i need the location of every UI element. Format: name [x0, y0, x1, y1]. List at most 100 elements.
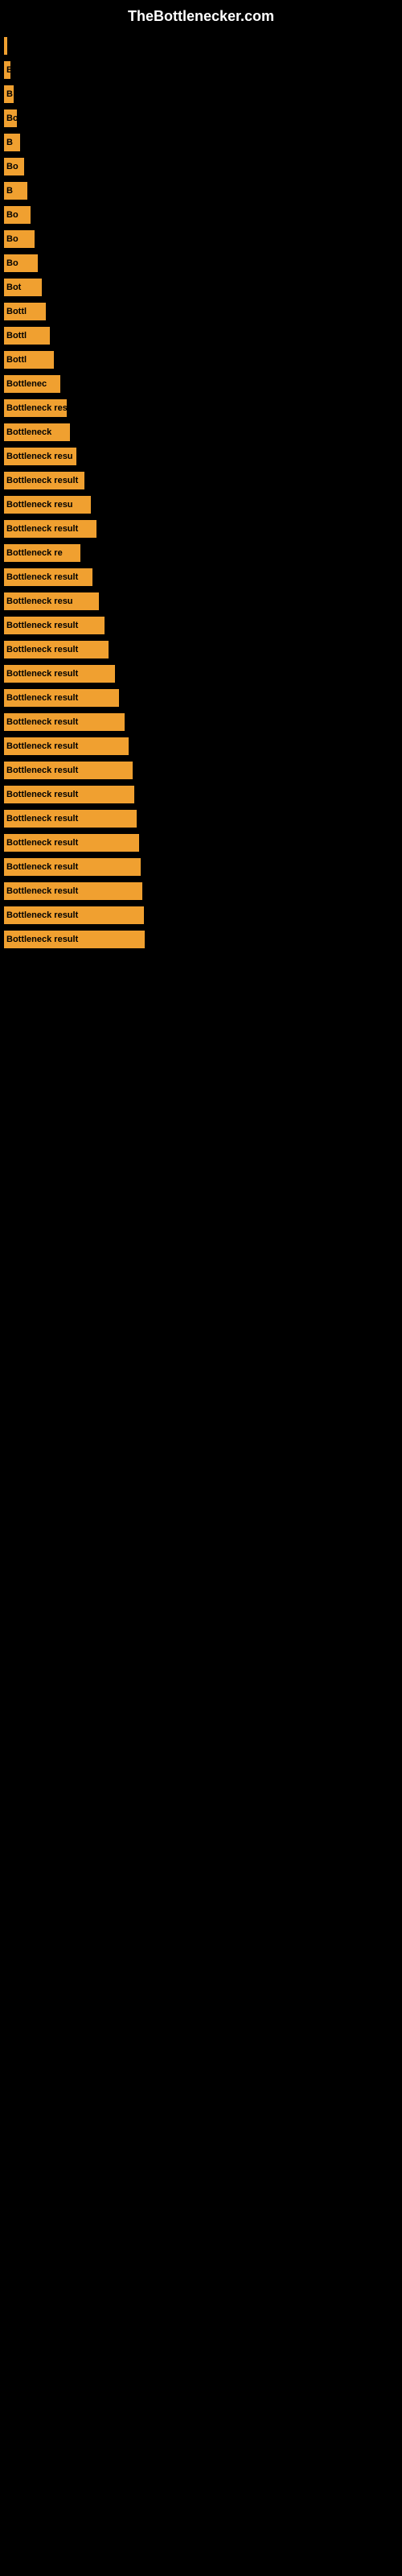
- bar-label: Bottleneck result: [6, 862, 78, 872]
- bar-label: Bo: [6, 234, 18, 244]
- bar-item: B: [4, 61, 10, 79]
- bar-label: Bottleneck re: [6, 548, 63, 558]
- bar-row: Bottleneck result: [4, 689, 402, 707]
- bar-label: Bottleneck resu: [6, 452, 73, 461]
- bar-item: Bottleneck resu: [4, 448, 76, 465]
- bar-row: Bot: [4, 279, 402, 296]
- bar-item: Bottleneck result: [4, 713, 125, 731]
- bar-row: Bottl: [4, 303, 402, 320]
- bar-row: Bottleneck result: [4, 568, 402, 586]
- bar-item: Bottleneck resu: [4, 496, 91, 514]
- bar-label: Bottleneck result: [6, 669, 78, 679]
- bar-label: Bottl: [6, 355, 27, 365]
- bar-row: Bottleneck: [4, 423, 402, 441]
- bar-item: Bo: [4, 230, 35, 248]
- bar-item: Bottleneck result: [4, 858, 141, 876]
- bar-label: Bottlenec: [6, 379, 47, 389]
- bar-label: Bottleneck result: [6, 524, 78, 534]
- bar-label: Bottleneck result: [6, 476, 78, 485]
- bar-item: Bo: [4, 206, 31, 224]
- bar-row: Bottleneck result: [4, 641, 402, 658]
- bar-row: Bo: [4, 254, 402, 272]
- bar-item: Bottleneck result: [4, 834, 139, 852]
- bar-item: Bottlenec: [4, 375, 60, 393]
- bar-row: Bottleneck result: [4, 882, 402, 900]
- bar-label: Bottleneck result: [6, 717, 78, 727]
- bar-row: Bottleneck resu: [4, 448, 402, 465]
- bar-item: Bo: [4, 254, 38, 272]
- bar-label: Bottleneck resu: [6, 597, 73, 606]
- bar-row: Bottleneck res: [4, 399, 402, 417]
- bar-label: Bot: [6, 283, 21, 292]
- bar-item: Bottleneck res: [4, 399, 67, 417]
- bar-label: Bottleneck result: [6, 910, 78, 920]
- bar-label: B: [6, 89, 13, 99]
- bar-row: Bottleneck result: [4, 906, 402, 924]
- bar-item: Bottleneck result: [4, 931, 145, 948]
- bar-row: B: [4, 182, 402, 200]
- bar-label: Bottleneck result: [6, 693, 78, 703]
- bar-label: Bottleneck result: [6, 645, 78, 654]
- bar-item: Bottleneck result: [4, 520, 96, 538]
- bar-label: Bo: [6, 114, 17, 123]
- bar-row: B: [4, 134, 402, 151]
- bar-row: Bottl: [4, 327, 402, 345]
- bar-item: Bottleneck result: [4, 641, 109, 658]
- bar-label: B: [6, 138, 13, 147]
- bar-label: Bottleneck result: [6, 790, 78, 799]
- bar-item: Bottleneck: [4, 423, 70, 441]
- bar-row: B: [4, 85, 402, 103]
- bar-item: B: [4, 134, 20, 151]
- bar-row: Bottleneck resu: [4, 592, 402, 610]
- bar-item: Bottleneck result: [4, 617, 105, 634]
- bar-row: Bottleneck result: [4, 762, 402, 779]
- bar-item: B: [4, 85, 14, 103]
- bar-row: Bo: [4, 206, 402, 224]
- bar-item: Bottleneck result: [4, 472, 84, 489]
- bar-item: Bottleneck result: [4, 906, 144, 924]
- bar-item: Bottl: [4, 351, 54, 369]
- bar-label: Bottleneck result: [6, 935, 78, 944]
- bar-label: B: [6, 65, 10, 75]
- bar-label: Bo: [6, 162, 18, 171]
- bar-item: Bottl: [4, 327, 50, 345]
- bar-row: Bottleneck result: [4, 810, 402, 828]
- bar-row: B: [4, 61, 402, 79]
- bar-label: Bottleneck result: [6, 621, 78, 630]
- bar-item: Bo: [4, 158, 24, 175]
- bar-item: Bottleneck result: [4, 762, 133, 779]
- bar-row: Bottleneck re: [4, 544, 402, 562]
- bar-item: Bo: [4, 109, 17, 127]
- bar-item: Bottleneck result: [4, 568, 92, 586]
- bar-item: Bottleneck result: [4, 737, 129, 755]
- bar-label: Bo: [6, 258, 18, 268]
- bar-label: Bottl: [6, 331, 27, 341]
- bar-item: Bottleneck resu: [4, 592, 99, 610]
- bar-row: Bottleneck result: [4, 931, 402, 948]
- bar-row: Bottleneck result: [4, 858, 402, 876]
- bar-item: Bottleneck result: [4, 665, 115, 683]
- bar-label: Bottleneck result: [6, 838, 78, 848]
- bar-row: Bottleneck result: [4, 617, 402, 634]
- bar-label: Bottl: [6, 307, 27, 316]
- bar-item: B: [4, 182, 27, 200]
- bars-container: B B Bo B Bo B Bo Bo Bo Bot Bottl Bottl Bottl Bottlene…: [0, 29, 402, 948]
- bar-item: Bot: [4, 279, 42, 296]
- bar-row: Bottleneck result: [4, 786, 402, 803]
- site-title: TheBottlenecker.com: [0, 0, 402, 29]
- bar-label: Bottleneck: [6, 427, 51, 437]
- bar-row: Bottleneck result: [4, 834, 402, 852]
- bar-row: Bottleneck result: [4, 713, 402, 731]
- bar-label: Bottleneck result: [6, 572, 78, 582]
- bar-row: Bottlenec: [4, 375, 402, 393]
- bar-item: [4, 37, 7, 55]
- bar-item: Bottleneck result: [4, 786, 134, 803]
- bar-row: Bo: [4, 158, 402, 175]
- bar-row: Bottl: [4, 351, 402, 369]
- bar-label: Bo: [6, 210, 18, 220]
- bar-item: Bottleneck result: [4, 689, 119, 707]
- bar-row: Bo: [4, 230, 402, 248]
- bar-label: Bottleneck res: [6, 403, 67, 413]
- bar-item: Bottleneck result: [4, 882, 142, 900]
- bar-row: Bottleneck result: [4, 737, 402, 755]
